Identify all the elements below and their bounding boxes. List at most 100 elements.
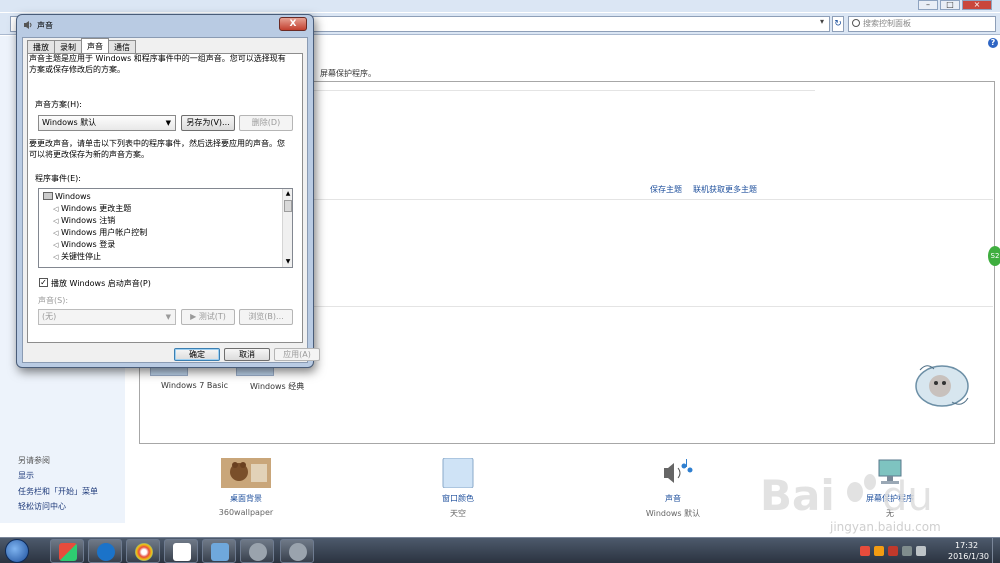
sound-select[interactable]: (无) ▼ [38,309,176,325]
divider [313,199,993,200]
get-more-themes-link[interactable]: 联机获取更多主题 [693,184,757,195]
taskbar-app-grid[interactable] [50,539,84,563]
taskbar-app-sound-2[interactable] [280,539,314,563]
tab-strip: 播放 录制 声音 通信 [27,38,136,54]
control-panel-icon [211,543,229,561]
save-as-button[interactable]: 另存为(V)... [181,115,235,131]
sounds-item[interactable]: 声音 Windows 默认 [613,458,733,519]
start-button[interactable] [5,539,29,563]
desktop-background-thumbnail [221,458,271,488]
search-input[interactable]: 搜索控制面板 [848,16,996,32]
clock-date[interactable]: 2016/1/30 [948,552,989,561]
speaker-icon: ◁ [53,229,59,237]
play-startup-label[interactable]: 播放 Windows 启动声音(P) [51,278,151,289]
address-dropdown-icon[interactable]: ▾ [820,17,824,26]
list-item[interactable]: ◁ Windows 登录 [53,239,115,251]
browse-button[interactable]: 浏览(B)... [239,309,293,325]
ok-button[interactable]: 确定 [174,348,220,361]
taskbar-app-sound-1[interactable] [240,539,274,563]
window-caption-buttons: – □ × [916,0,992,10]
side-float-badge[interactable]: S2 [988,246,1000,266]
control-panel-titlebar: – □ × [0,0,1000,12]
minimize-button[interactable]: – [918,0,938,10]
speaker-icon: ◁ [53,205,59,213]
play-startup-checkbox[interactable]: ✓ [39,278,48,287]
program-events-label: 程序事件(E): [35,174,81,183]
save-theme-link[interactable]: 保存主题 [650,184,682,195]
list-item[interactable]: ◁ Windows 用户帐户控制 [53,227,147,239]
window-color-label[interactable]: 窗口颜色 [398,493,518,504]
tab-playback[interactable]: 播放 [27,40,55,54]
sound-scheme-value: Windows 默认 [42,118,97,127]
volume-icon[interactable] [916,546,926,556]
desktop-background-item[interactable]: 桌面背景 360wallpaper [186,458,306,517]
speaker-icon [24,21,32,29]
color-wheel-icon [135,543,153,561]
tray-app-icon[interactable] [874,546,884,556]
program-events-list[interactable]: Windows ◁ Windows 更改主题 ◁ Windows 注销 ◁ Windo… [38,188,293,268]
help-app-icon [173,543,191,561]
intro-description: 声音主题是应用于 Windows 和程序事件中的一组声音。您可以选择现有方案或保… [29,54,286,74]
sounds-label[interactable]: 声音 [613,493,733,504]
sound-app-icon [289,543,307,561]
refresh-icon[interactable]: ↻ [832,16,844,32]
show-desktop-button[interactable] [992,538,1000,563]
change-description: 要更改声音，请单击以下列表中的程序事件，然后选择要应用的声音。您可以将更改保存为… [29,139,285,159]
chevron-down-icon: ▼ [165,119,171,127]
side-link-taskbar[interactable]: 任务栏和「开始」菜单 [18,486,98,497]
divider [313,90,815,91]
desktop-background-label[interactable]: 桌面背景 [186,493,306,504]
chevron-down-icon: ▼ [165,313,171,321]
speaker-icon: ◁ [53,241,59,249]
decorative-theme-image [915,365,969,407]
help-icon[interactable]: ? [988,38,998,48]
dialog-title: 声音 [37,21,53,30]
apply-button[interactable]: 应用(A) [274,348,320,361]
side-link-display[interactable]: 显示 [18,470,34,481]
dialog-close-button[interactable]: X [279,17,307,31]
theme-name-classic[interactable]: Windows 经典 [250,381,304,392]
scroll-up-icon[interactable]: ▲ [284,190,292,198]
maximize-button[interactable]: □ [940,0,960,10]
speaker-icon: ◁ [53,217,59,225]
taskbar-app-control-panel[interactable] [202,539,236,563]
window-color-value: 天空 [450,509,466,518]
sound-scheme-label: 声音方案(H): [35,100,82,109]
events-scrollbar[interactable]: ▲ ▼ [282,189,292,267]
sound-dialog: 声音 X 播放 录制 声音 通信 声音主题是应用于 Windows 和程序事件中… [16,14,320,368]
list-item[interactable]: Windows [43,191,91,203]
delete-button[interactable]: 删除(D) [239,115,293,131]
clock-time[interactable]: 17:32 [955,541,978,550]
security-icon[interactable] [888,546,898,556]
network-icon[interactable] [902,546,912,556]
tab-recording[interactable]: 录制 [54,40,82,54]
scroll-down-icon[interactable]: ▼ [284,258,292,266]
page-description: 屏幕保护程序。 [320,69,376,78]
watermark-url: jingyan.baidu.com [830,520,941,534]
tab-communications[interactable]: 通信 [108,40,136,54]
list-item[interactable]: ◁ Windows 注销 [53,215,115,227]
theme-name-basic[interactable]: Windows 7 Basic [161,381,228,390]
sounds-icon [664,459,693,483]
see-also-heading: 另请参阅 [18,456,50,465]
sound-label: 声音(S): [38,296,69,305]
scroll-thumb[interactable] [284,200,292,212]
taskbar-app-help[interactable] [164,539,198,563]
dialog-titlebar[interactable]: 声音 X [17,15,313,35]
play-icon: ▶ [190,312,199,321]
test-button[interactable]: ▶ 测试(T) [181,309,235,325]
sound-scheme-select[interactable]: Windows 默认 ▼ [38,115,176,131]
sounds-value: Windows 默认 [645,509,701,518]
cancel-button[interactable]: 取消 [224,348,270,361]
taskbar-app-color[interactable] [126,539,160,563]
list-item[interactable]: ◁ 关键性停止 [53,251,101,263]
taskbar-app-k[interactable] [88,539,122,563]
close-window-button[interactable]: × [962,0,992,10]
list-item[interactable]: ◁ Windows 更改主题 [53,203,131,215]
folder-icon [43,192,53,200]
tab-sounds[interactable]: 声音 [81,38,109,54]
app-grid-icon [59,543,77,561]
sogou-icon[interactable] [860,546,870,556]
side-link-ease-of-access[interactable]: 轻松访问中心 [18,501,66,512]
window-color-item[interactable]: 窗口颜色 天空 [398,457,518,519]
